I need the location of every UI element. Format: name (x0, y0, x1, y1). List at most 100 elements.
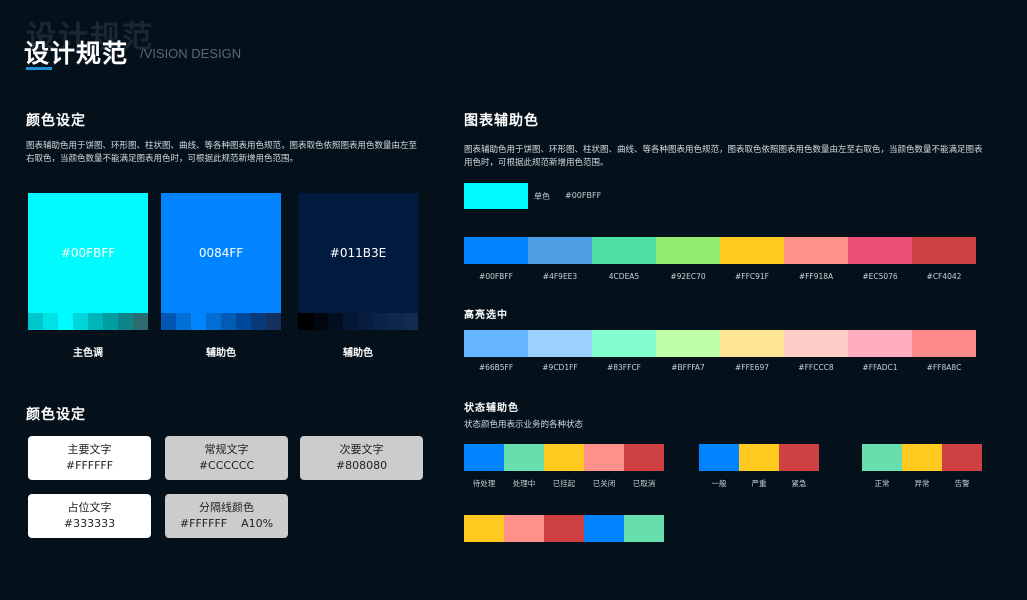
shade-3 (58, 313, 73, 330)
color-cell-label-8: #CF4042 (926, 272, 962, 281)
swatch-primary: #00FBFF (28, 193, 148, 313)
color-cell-label-5: 已取消 (632, 479, 656, 488)
text-color-value: #808080 (335, 459, 388, 472)
color-cell-label-6: #FFCCC8 (798, 363, 834, 372)
swatch-secondary-shades (161, 313, 281, 330)
color-cell-2 (902, 444, 942, 471)
single-color-code: #00FBFF (565, 191, 602, 200)
text-color-card-regular: 常规文字 #CCCCCC (165, 436, 288, 480)
chart-palette (464, 237, 976, 264)
color-cell-label-4: #BFFFA7 (671, 363, 705, 372)
color-cell-3 (942, 444, 982, 471)
color-cell-label-1: 一般 (711, 479, 727, 488)
shade-6 (103, 313, 118, 330)
swatch-card-secondary: 0084FF 辅助色 (161, 193, 281, 359)
page-subtitle: /VISION DESIGN (140, 46, 242, 61)
color-cell-4 (584, 515, 624, 542)
color-cell-8 (912, 330, 976, 357)
status-group-severity-labels: 一般 严重 紧急 (699, 478, 819, 489)
text-color-value: #CCCCCC (198, 459, 255, 472)
shade-2 (176, 313, 191, 330)
color-cell-label-1: #66B5FF (478, 363, 514, 372)
shade-2 (43, 313, 58, 330)
color-cell-2 (504, 444, 544, 471)
shade-7 (388, 313, 403, 330)
shade-6 (373, 313, 388, 330)
color-cell-3 (544, 444, 584, 471)
color-cell-2 (739, 444, 779, 471)
text-color-name: 占位文字 (67, 501, 112, 514)
text-color-card-divider: 分隔线颜色 #FFFFFF A10% (165, 494, 288, 538)
color-cell-label-3: #83FFCF (606, 363, 641, 372)
chart-colors-heading: 图表辅助色 (464, 113, 539, 129)
shade-8 (403, 313, 418, 330)
color-cell-label-2: 处理中 (512, 479, 536, 488)
color-cell-label-7: #FFADC1 (862, 363, 898, 372)
color-cell-1 (699, 444, 739, 471)
chart-palette-labels: #00FBFF #4F9EE3 4CDEA5 #92EC70 #FFC91F #FF918… (464, 272, 976, 281)
status-group-task (464, 444, 664, 471)
shade-1 (298, 313, 313, 330)
single-color-swatch (464, 183, 528, 209)
status-group-extra (464, 515, 664, 542)
text-color-name: 主要文字 (67, 443, 112, 456)
swatch-dark: #011B3E (298, 193, 418, 313)
swatch-dark-shades (298, 313, 418, 330)
shade-4 (206, 313, 221, 330)
color-cell-5 (720, 237, 784, 264)
color-cell-2 (528, 237, 592, 264)
color-cell-label-3: 告警 (954, 479, 970, 488)
color-cell-label-2: #4F9EE3 (542, 272, 578, 281)
status-group-health (862, 444, 982, 471)
status-description: 状态颜色用表示业务的各种状态 (464, 420, 584, 430)
text-color-name: 次要文字 (339, 443, 384, 456)
color-cell-7 (848, 237, 912, 264)
shade-8 (133, 313, 148, 330)
status-group-severity (699, 444, 819, 471)
swatch-card-dark: #011B3E 辅助色 (298, 193, 418, 359)
color-cell-label-3: 紧急 (791, 479, 807, 488)
color-cell-1 (862, 444, 902, 471)
shade-5 (221, 313, 236, 330)
color-cell-7 (848, 330, 912, 357)
color-cell-2 (504, 515, 544, 542)
color-cell-label-8: #FF8A8C (926, 363, 962, 372)
color-cell-label-3: 4CDEA5 (608, 272, 640, 281)
color-cell-2 (528, 330, 592, 357)
shade-3 (191, 313, 206, 330)
color-cell-label-7: #EC5076 (862, 272, 898, 281)
color-cell-label-5: #FFC91F (734, 272, 769, 281)
color-cell-1 (464, 237, 528, 264)
highlight-heading: 高亮选中 (464, 310, 508, 321)
page-title: 设计规范 (24, 39, 129, 68)
status-group-health-labels: 正常 异常 告警 (862, 478, 982, 489)
shade-1 (161, 313, 176, 330)
color-cell-label-2: 严重 (751, 479, 767, 488)
color-cell-3 (592, 237, 656, 264)
color-cell-label-5: #FFE697 (735, 363, 769, 372)
text-color-card-secondary: 次要文字 #808080 (300, 436, 423, 480)
shade-5 (358, 313, 373, 330)
color-cell-4 (656, 330, 720, 357)
highlight-palette-labels: #66B5FF #9CD1FF #83FFCF #BFFFA7 #FFE697 #FFCC… (464, 363, 976, 372)
color-cell-5 (624, 444, 664, 471)
text-color-card-placeholder: 占位文字 #333333 (28, 494, 151, 538)
text-color-name: 常规文字 (204, 443, 249, 456)
swatch-card-primary: #00FBFF 主色调 (28, 193, 148, 359)
color-cell-3 (779, 444, 819, 471)
swatch-secondary: 0084FF (161, 193, 281, 313)
highlight-palette (464, 330, 976, 357)
shade-7 (118, 313, 133, 330)
swatch-primary-caption: 主色调 (73, 348, 103, 359)
color-cell-label-3: 已挂起 (552, 479, 576, 488)
swatch-secondary-caption: 辅助色 (206, 348, 236, 359)
color-cell-6 (784, 237, 848, 264)
color-cell-1 (464, 330, 528, 357)
color-cell-label-1: 正常 (874, 479, 890, 488)
color-cell-label-4: #92EC70 (670, 272, 706, 281)
color-cell-4 (656, 237, 720, 264)
color-cell-label-4: 已关闭 (592, 479, 616, 488)
shade-7 (251, 313, 266, 330)
status-heading: 状态辅助色 (464, 403, 519, 414)
color-cell-3 (592, 330, 656, 357)
